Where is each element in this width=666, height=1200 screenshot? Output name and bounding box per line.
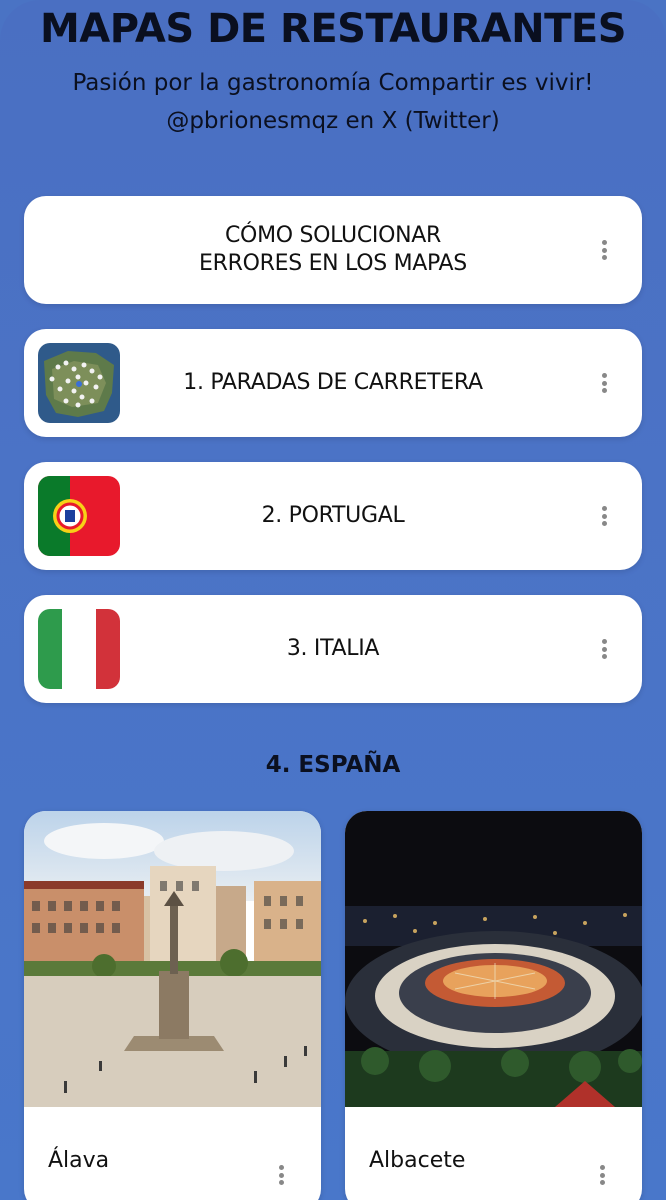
more-vertical-icon[interactable] [592, 1163, 612, 1187]
map-thumbnail [38, 343, 120, 423]
more-vertical-icon[interactable] [594, 504, 614, 528]
page-subtitle: Pasión por la gastronomía Compartir es v… [72, 70, 594, 134]
albacete-fair-night-photo [345, 811, 642, 1107]
link-label: 1. PARADAS DE CARRETERA [183, 370, 483, 395]
link-card-portugal[interactable]: 2. PORTUGAL [24, 462, 642, 570]
link-label: CÓMO SOLUCIONAR ERRORES EN LOS MAPAS [199, 223, 467, 276]
link-label: 3. ITALIA [286, 636, 380, 661]
link-card-fix-errors[interactable]: CÓMO SOLUCIONAR ERRORES EN LOS MAPAS [24, 196, 642, 304]
tile-albacete[interactable]: Albacete [345, 811, 642, 1200]
more-vertical-icon[interactable] [594, 637, 614, 661]
more-vertical-icon[interactable] [271, 1163, 291, 1187]
tile-alava[interactable]: Álava [24, 811, 321, 1200]
italy-flag-icon [38, 609, 120, 689]
more-vertical-icon[interactable] [594, 371, 614, 395]
vitoria-plaza-photo [24, 811, 321, 1107]
more-vertical-icon[interactable] [594, 238, 614, 262]
link-label: 2. PORTUGAL [261, 503, 405, 528]
link-card-italia[interactable]: 3. ITALIA [24, 595, 642, 703]
section-heading-espana: 4. ESPAÑA [265, 752, 401, 778]
link-card-road-stops[interactable]: 1. PARADAS DE CARRETERA [24, 329, 642, 437]
portugal-flag-icon [38, 476, 120, 556]
tile-label: Albacete [369, 1148, 466, 1173]
page-title: MAPAS DE RESTAURANTES [39, 6, 627, 52]
page-background: MAPAS DE RESTAURANTES Pasión por la gast… [0, 0, 666, 1200]
tile-label: Álava [48, 1148, 110, 1173]
